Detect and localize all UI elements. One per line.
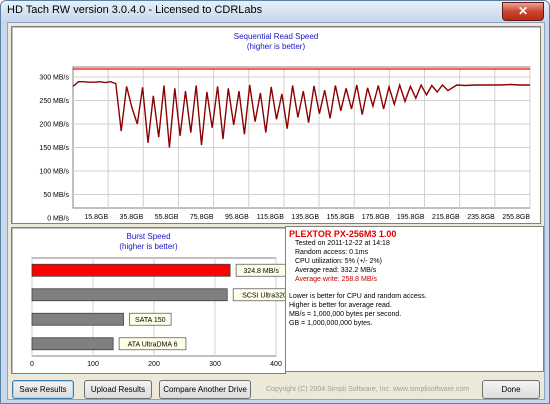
x-tick-label: 215.8GB <box>432 214 460 221</box>
x-tick-label: 75.8GB <box>190 214 214 221</box>
burst-bar <box>31 312 124 326</box>
done-button[interactable]: Done <box>482 380 540 399</box>
read-speed-panel: Sequential Read Speed (higher is better)… <box>11 26 541 224</box>
x-tick-label: 15.8GB <box>84 214 108 221</box>
y-tick-label: 250 MB/s <box>39 98 69 105</box>
burst-x-tick-label: 300 <box>209 361 221 368</box>
burst-x-tick-label: 400 <box>270 361 282 368</box>
average-write-text: Average write: 258.8 MB/s <box>295 276 377 283</box>
compare-drive-button[interactable]: Compare Another Drive <box>159 380 251 399</box>
x-tick-label: 35.8GB <box>120 214 144 221</box>
title-bar: HD Tach RW version 3.0.4.0 - Licensed to… <box>1 1 549 21</box>
burst-bar-label: ATA UltraDMA 6 <box>128 341 178 348</box>
client-area: Sequential Read Speed (higher is better)… <box>7 22 545 400</box>
random-access-text: Random access: 0.1ms <box>295 249 369 256</box>
upload-results-button[interactable]: Upload Results <box>84 380 152 399</box>
y-tick-label: 0 MB/s <box>47 216 69 223</box>
app-window: HD Tach RW version 3.0.4.0 - Licensed to… <box>0 0 550 404</box>
x-tick-label: 55.8GB <box>155 214 179 221</box>
save-results-button[interactable]: Save Results <box>12 380 74 399</box>
burst-bar-label: 324.8 MB/s <box>243 268 279 275</box>
cpu-utilization-text: CPU utilization: 5% (+/- 2%) <box>295 258 382 265</box>
x-tick-label: 95.8GB <box>225 214 249 221</box>
x-tick-label: 115.8GB <box>257 214 284 221</box>
window-title: HD Tach RW version 3.0.4.0 - Licensed to… <box>7 4 263 16</box>
x-tick-label: 235.8GB <box>467 214 495 221</box>
note-mbs: MB/s = 1,000,000 bytes per second. <box>289 311 402 318</box>
burst-bar <box>31 337 114 351</box>
burst-x-tick-label: 200 <box>148 361 160 368</box>
burst-x-tick-label: 100 <box>87 361 99 368</box>
x-tick-label: 255.8GB <box>502 214 530 221</box>
tested-on-text: Tested on 2011-12-22 at 14:18 <box>295 240 390 247</box>
results-info-panel: PLEXTOR PX-256M3 1.00 Tested on 2011-12-… <box>285 226 544 372</box>
copyright-text: Copyright (C) 2004 Simpli Software, Inc.… <box>266 386 470 393</box>
close-window-button[interactable]: ✕ <box>502 2 544 21</box>
burst-speed-panel: Burst Speed (higher is better) 0 100 200 30… <box>11 227 286 374</box>
x-tick-label: 175.8GB <box>362 214 390 221</box>
note-read: Higher is better for average read. <box>289 302 392 309</box>
burst-bar <box>31 288 228 302</box>
x-tick-label: 135.8GB <box>291 214 319 221</box>
burst-speed-chart: 0 100 200 300 400 324.8 MB/s SCSI Ultra320 SATA… <box>30 257 285 368</box>
x-tick-label: 195.8GB <box>397 214 425 221</box>
x-tick-label: 155.8GB <box>327 214 355 221</box>
average-read-text: Average read: 332.2 MB/s <box>295 267 377 274</box>
read-speed-chart: 0 MB/s 50 MB/s 100 MB/s 150 MB/s 200 MB/s 250… <box>39 66 531 223</box>
burst-bar <box>31 263 231 277</box>
burst-bar-label: SATA 150 <box>135 317 166 324</box>
burst-x-tick-label: 0 <box>30 361 34 368</box>
y-tick-label: 300 MB/s <box>39 75 69 82</box>
note-gb: GB = 1,000,000,000 bytes. <box>289 320 373 327</box>
y-tick-label: 50 MB/s <box>43 192 69 199</box>
read-plot-area <box>72 66 531 209</box>
note-cpu: Lower is better for CPU and random acces… <box>289 293 427 300</box>
y-tick-label: 100 MB/s <box>39 169 69 176</box>
y-tick-label: 200 MB/s <box>39 122 69 129</box>
y-tick-label: 150 MB/s <box>39 145 69 152</box>
drive-name: PLEXTOR PX-256M3 1.00 <box>289 229 397 239</box>
burst-bar-label: SCSI Ultra320 <box>242 292 285 299</box>
